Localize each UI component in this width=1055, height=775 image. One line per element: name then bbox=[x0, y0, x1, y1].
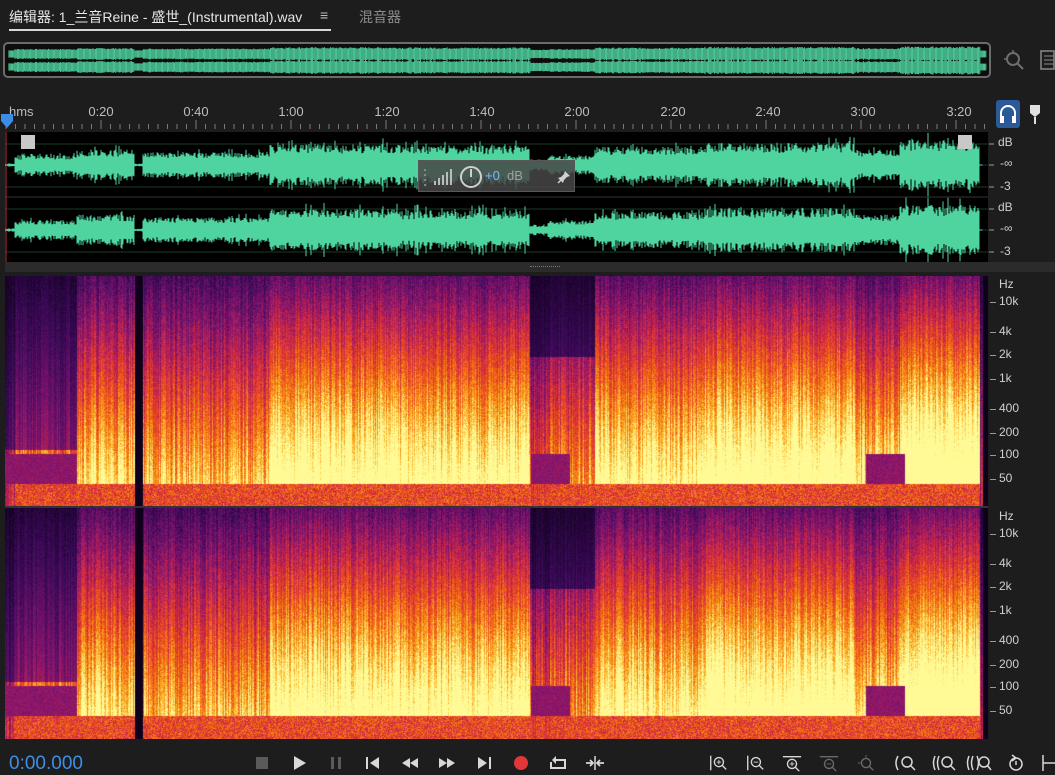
hz-label: 1k bbox=[999, 603, 1012, 617]
panel-splitter[interactable] bbox=[5, 262, 1055, 272]
ch2-scale-unit: dB bbox=[998, 200, 1013, 214]
zoom-reset-icon[interactable] bbox=[1006, 753, 1026, 773]
volume-value[interactable]: +0 bbox=[485, 168, 500, 183]
ch1-scale-mid: -∞ bbox=[1000, 156, 1013, 170]
volume-knob[interactable] bbox=[459, 165, 483, 189]
tab-menu-icon[interactable]: ≡ bbox=[320, 7, 328, 23]
ch1-scale-unit: dB bbox=[998, 135, 1013, 149]
ruler-ticks bbox=[5, 120, 985, 129]
hz-label: 400 bbox=[999, 633, 1020, 647]
fade-out-handle[interactable] bbox=[958, 135, 972, 149]
ruler-tick-label: 3:00 bbox=[850, 104, 876, 119]
marker-icon[interactable] bbox=[1028, 103, 1042, 125]
time-ruler[interactable]: hms 0:20 0:40 1:00 1:20 1:40 2:00 2:20 2:40 3:00… bbox=[0, 96, 990, 132]
hz-label: 200 bbox=[999, 657, 1020, 671]
skip-selection-icon[interactable] bbox=[585, 753, 605, 773]
hz-label: 100 bbox=[999, 679, 1020, 693]
ruler-tick-label: 1:40 bbox=[469, 104, 495, 119]
hz-label: 2k bbox=[999, 579, 1012, 593]
goto-start-icon[interactable] bbox=[363, 753, 383, 773]
zoom-in-amplitude-icon[interactable] bbox=[708, 753, 728, 773]
ch2-scale-low: -3 bbox=[1000, 244, 1011, 258]
volume-hud[interactable]: +0 dB bbox=[418, 160, 575, 192]
zoom-out-time-icon[interactable] bbox=[819, 753, 839, 773]
hz-label: 400 bbox=[999, 401, 1020, 415]
stop-icon[interactable] bbox=[252, 753, 272, 773]
zoom-full-icon[interactable] bbox=[856, 753, 876, 773]
ruler-tick-label: 2:00 bbox=[564, 104, 590, 119]
volume-unit: dB bbox=[507, 168, 523, 183]
pin-icon[interactable] bbox=[557, 170, 571, 184]
hz-label: 4k bbox=[999, 556, 1012, 570]
hud-drag-handle[interactable] bbox=[422, 166, 428, 188]
zoom-icon[interactable] bbox=[1003, 49, 1025, 71]
ruler-tick-label: 0:40 bbox=[183, 104, 209, 119]
hz-label: 200 bbox=[999, 425, 1020, 439]
tab-editor[interactable]: 编辑器: 1_兰音Reine - 盛世_(Instrumental).wav bbox=[9, 7, 302, 27]
pause-icon[interactable] bbox=[326, 753, 346, 773]
play-icon[interactable] bbox=[289, 753, 309, 773]
timecode-display[interactable]: 0:00.000 bbox=[9, 753, 83, 775]
record-icon[interactable] bbox=[511, 753, 531, 773]
hz-label: 10k bbox=[999, 294, 1019, 308]
active-tab-underline bbox=[9, 29, 331, 31]
zoom-in-time-icon[interactable] bbox=[782, 753, 802, 773]
spectral-display-ch1[interactable] bbox=[5, 276, 988, 507]
zoom-out-amplitude-icon[interactable] bbox=[745, 753, 765, 773]
frequency-scale-ch2: Hz 10k 4k 2k 1k 400 200 100 50 bbox=[988, 508, 1055, 739]
fade-in-handle[interactable] bbox=[21, 135, 35, 149]
level-bars-icon bbox=[434, 169, 452, 185]
ruler-tick-label: 3:20 bbox=[946, 104, 972, 119]
hz-label: 2k bbox=[999, 347, 1012, 361]
overview-navigator[interactable] bbox=[3, 42, 991, 78]
ruler-tick-label: 2:40 bbox=[755, 104, 781, 119]
zoom-to-selection-both-icon[interactable] bbox=[966, 753, 992, 773]
overview-waveform bbox=[8, 46, 987, 75]
hz-unit-label: Hz bbox=[999, 509, 1014, 523]
headphones-icon[interactable] bbox=[996, 100, 1020, 128]
hz-label: 100 bbox=[999, 447, 1020, 461]
hz-label: 50 bbox=[999, 471, 1013, 485]
playhead-marker[interactable] bbox=[0, 113, 14, 129]
rewind-icon[interactable] bbox=[400, 753, 420, 773]
waveform-display[interactable] bbox=[5, 132, 988, 262]
hz-unit-label: Hz bbox=[999, 277, 1014, 291]
ruler-tick-label: 0:20 bbox=[88, 104, 114, 119]
goto-end-icon[interactable] bbox=[474, 753, 494, 773]
tab-bar: 编辑器: 1_兰音Reine - 盛世_(Instrumental).wav ≡… bbox=[0, 0, 1055, 34]
zoom-selection-icon[interactable] bbox=[893, 753, 917, 773]
panel-icon[interactable] bbox=[1040, 50, 1055, 70]
ch1-scale-low: -3 bbox=[1000, 179, 1011, 193]
loop-icon[interactable] bbox=[548, 753, 568, 773]
spectral-display-ch2[interactable] bbox=[5, 508, 988, 739]
hz-label: 1k bbox=[999, 371, 1012, 385]
hz-label: 50 bbox=[999, 703, 1013, 717]
zoom-in-point-icon[interactable] bbox=[1041, 753, 1055, 773]
hz-label: 10k bbox=[999, 526, 1019, 540]
frequency-scale-ch1: Hz 10k 4k 2k 1k 400 200 100 50 bbox=[988, 276, 1055, 507]
tab-mixer[interactable]: 混音器 bbox=[359, 7, 401, 27]
fast-forward-icon[interactable] bbox=[437, 753, 457, 773]
ruler-tick-label: 2:20 bbox=[660, 104, 686, 119]
waveform bbox=[5, 132, 988, 262]
ruler-tick-label: 1:20 bbox=[374, 104, 400, 119]
amplitude-scale: dB -∞ -3 dB -∞ -3 bbox=[988, 132, 1055, 262]
hz-label: 4k bbox=[999, 324, 1012, 338]
ch2-scale-mid: -∞ bbox=[1000, 221, 1013, 235]
zoom-to-selection-left-icon[interactable] bbox=[932, 753, 956, 773]
ruler-tick-label: 1:00 bbox=[278, 104, 304, 119]
